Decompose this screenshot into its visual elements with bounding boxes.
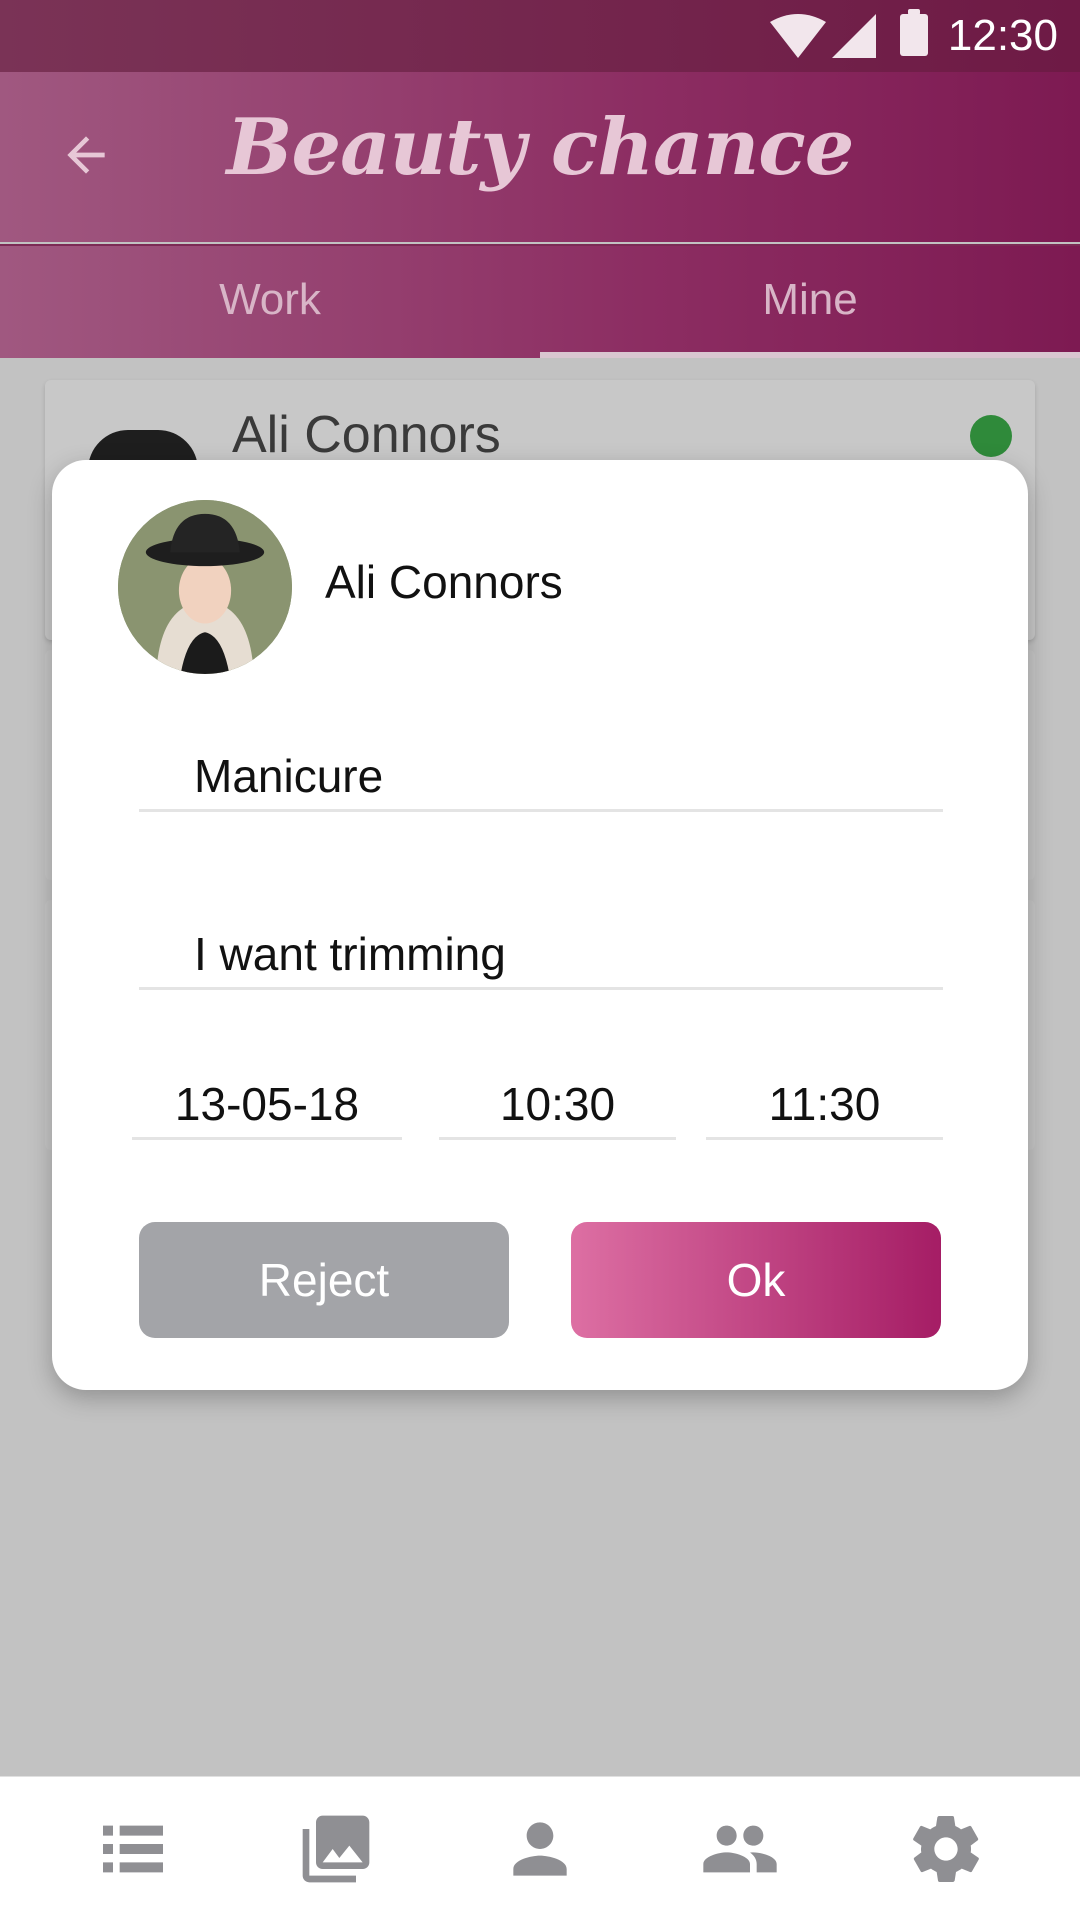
nav-list[interactable] [93, 1809, 173, 1889]
client-name: Ali Connors [325, 556, 563, 608]
status-bar: 12:30 [0, 0, 1080, 72]
reject-button[interactable]: Reject [139, 1222, 509, 1338]
tab-work[interactable]: Work [0, 246, 540, 356]
list-icon [103, 1825, 163, 1873]
nav-profile[interactable] [500, 1809, 580, 1889]
service-field[interactable]: Manicure [139, 730, 943, 812]
booking-dialog: Ali Connors Manicure I want trimming 13-… [52, 460, 1028, 1390]
nav-gallery[interactable] [296, 1809, 376, 1889]
end-time-value: 11:30 [768, 1078, 881, 1130]
status-time: 12:30 [947, 11, 1058, 60]
start-time-value: 10:30 [499, 1078, 616, 1130]
avatar [118, 500, 292, 674]
service-value: Manicure [194, 750, 384, 802]
signal-icon [832, 14, 876, 58]
note-value: I want trimming [194, 928, 506, 980]
ok-button[interactable]: Ok [571, 1222, 941, 1338]
bottom-nav [0, 1776, 1080, 1920]
tab-mine[interactable]: Mine [540, 246, 1080, 356]
gallery-icon [302, 1815, 370, 1883]
list-item-name: Ali Connors [232, 406, 501, 464]
app-bar: Beauty chance [0, 72, 1080, 242]
app-title: Beauty chance [226, 102, 855, 193]
call-icon[interactable] [970, 415, 1012, 457]
end-time-field[interactable]: 11:30 [706, 1074, 943, 1140]
date-value: 13-05-18 [174, 1078, 360, 1130]
nav-group[interactable] [700, 1809, 780, 1889]
battery-icon [900, 9, 928, 56]
date-field[interactable]: 13-05-18 [132, 1074, 402, 1140]
group-icon [703, 1825, 777, 1873]
person-icon [513, 1822, 567, 1876]
wifi-icon [770, 14, 826, 58]
note-field[interactable]: I want trimming [139, 908, 943, 990]
nav-settings[interactable] [906, 1809, 986, 1889]
settings-icon [913, 1816, 979, 1882]
tab-indicator [540, 352, 1080, 358]
tab-bar: Work Mine [0, 244, 1080, 358]
start-time-field[interactable]: 10:30 [439, 1074, 676, 1140]
